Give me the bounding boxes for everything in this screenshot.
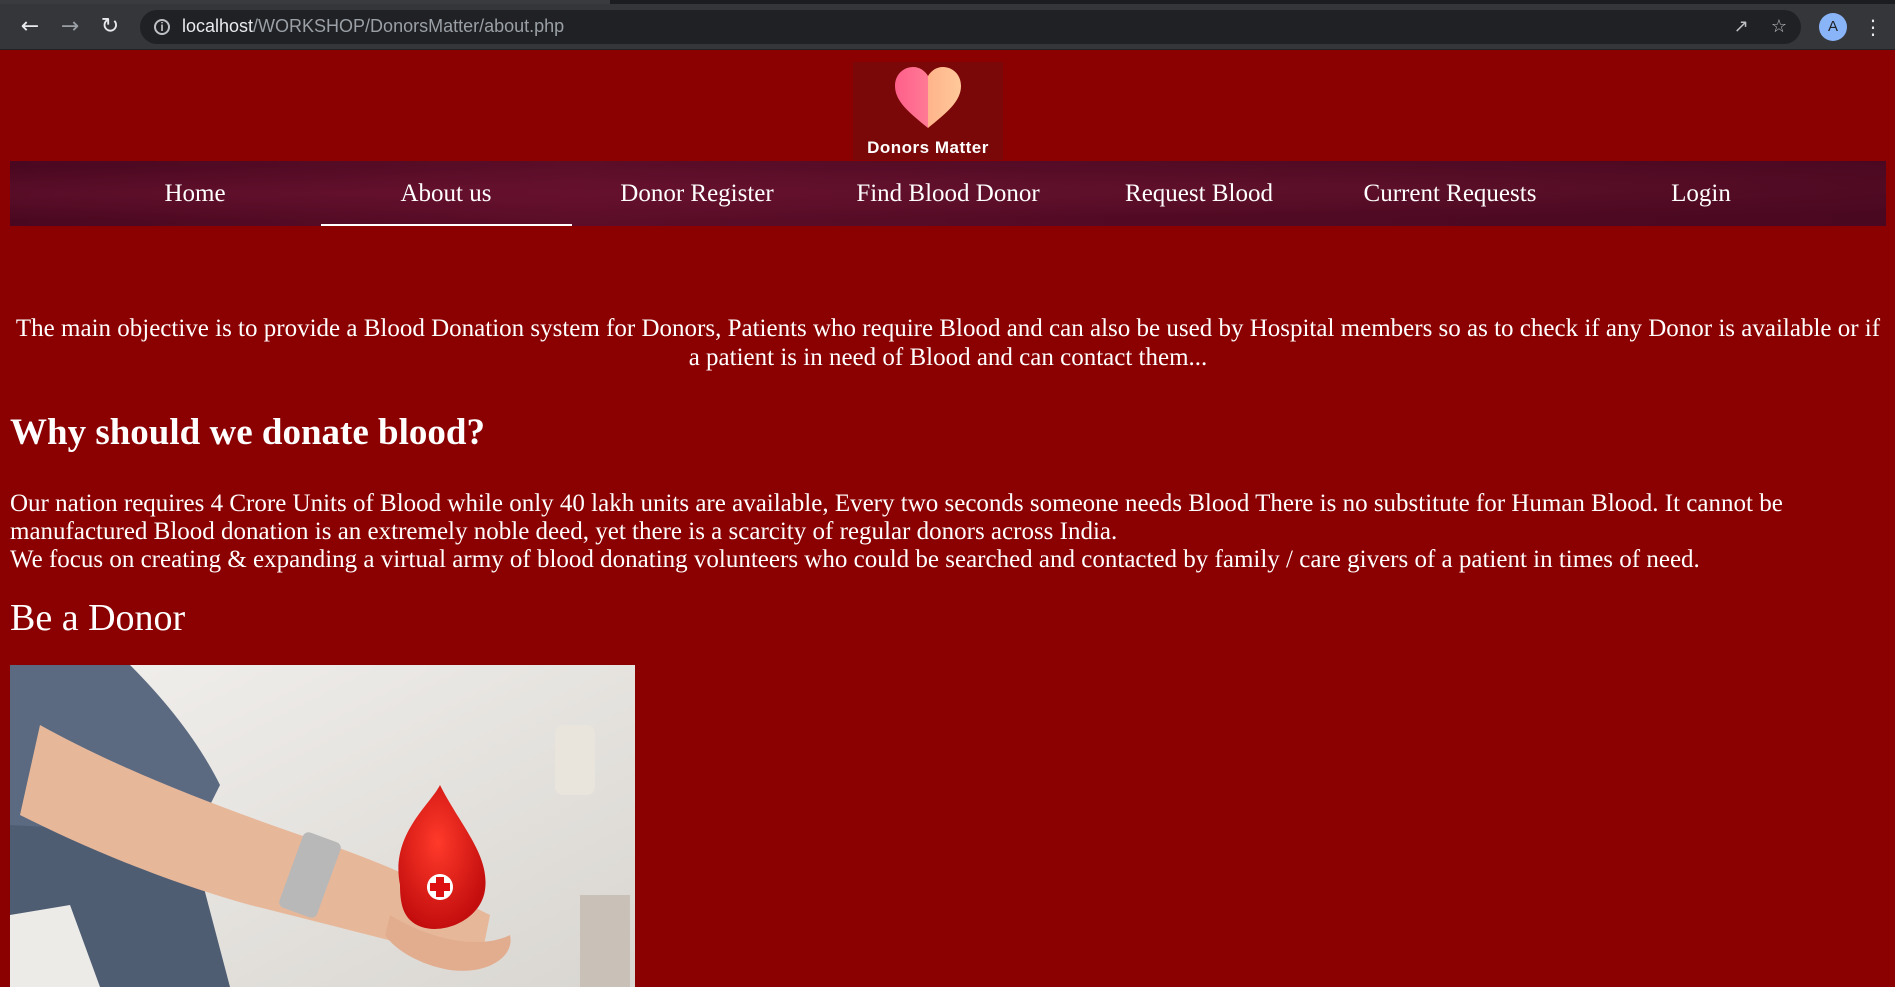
- nav-item-find-blood-donor[interactable]: Find Blood Donor: [823, 161, 1074, 226]
- url-path: /WORKSHOP/DonorsMatter/about.php: [253, 16, 565, 36]
- menu-kebab-icon[interactable]: ⋮: [1863, 15, 1883, 39]
- back-icon[interactable]: ←: [12, 9, 48, 45]
- header: Donors Matter: [0, 50, 1895, 160]
- address-bar[interactable]: i localhost/WORKSHOP/DonorsMatter/about.…: [140, 9, 1801, 44]
- main-navigation: Home About us Donor Register Find Blood …: [10, 161, 1886, 226]
- heart-logo-icon: [895, 67, 961, 128]
- site-info-icon[interactable]: i: [154, 18, 170, 35]
- main-content: The main objective is to provide a Blood…: [10, 314, 1886, 640]
- logo-text: Donors Matter: [867, 138, 989, 157]
- profile-avatar[interactable]: A: [1819, 12, 1847, 41]
- active-tab[interactable]: [0, 0, 610, 4]
- be-a-donor-heading: Be a Donor: [10, 597, 186, 639]
- forward-icon[interactable]: →: [52, 9, 88, 45]
- nav-item-donor-register[interactable]: Donor Register: [572, 161, 823, 226]
- site-logo[interactable]: Donors Matter: [853, 62, 1003, 160]
- browser-tab-strip: [0, 0, 1895, 4]
- why-donate-paragraph: Our nation requires 4 Crore Units of Blo…: [10, 490, 1886, 574]
- nav-item-login[interactable]: Login: [1576, 161, 1827, 226]
- nav-item-current-requests[interactable]: Current Requests: [1325, 161, 1576, 226]
- nav-item-about-us[interactable]: About us: [320, 161, 572, 226]
- why-donate-heading: Why should we donate blood?: [10, 412, 485, 453]
- blood-donation-photo: [10, 665, 635, 987]
- browser-toolbar: ← → ↻ i localhost/WORKSHOP/DonorsMatter/…: [0, 4, 1895, 50]
- reload-icon[interactable]: ↻: [92, 9, 128, 45]
- why-donate-text-1: Our nation requires 4 Crore Units of Blo…: [10, 490, 1783, 545]
- share-icon[interactable]: ↗: [1734, 16, 1749, 37]
- nav-item-home[interactable]: Home: [70, 161, 321, 226]
- why-donate-text-2: We focus on creating & expanding a virtu…: [10, 546, 1700, 573]
- nav-item-request-blood[interactable]: Request Blood: [1074, 161, 1325, 226]
- url-host: localhost: [182, 16, 254, 36]
- bookmark-star-icon[interactable]: ☆: [1771, 16, 1787, 37]
- objective-text: The main objective is to provide a Blood…: [15, 315, 1881, 371]
